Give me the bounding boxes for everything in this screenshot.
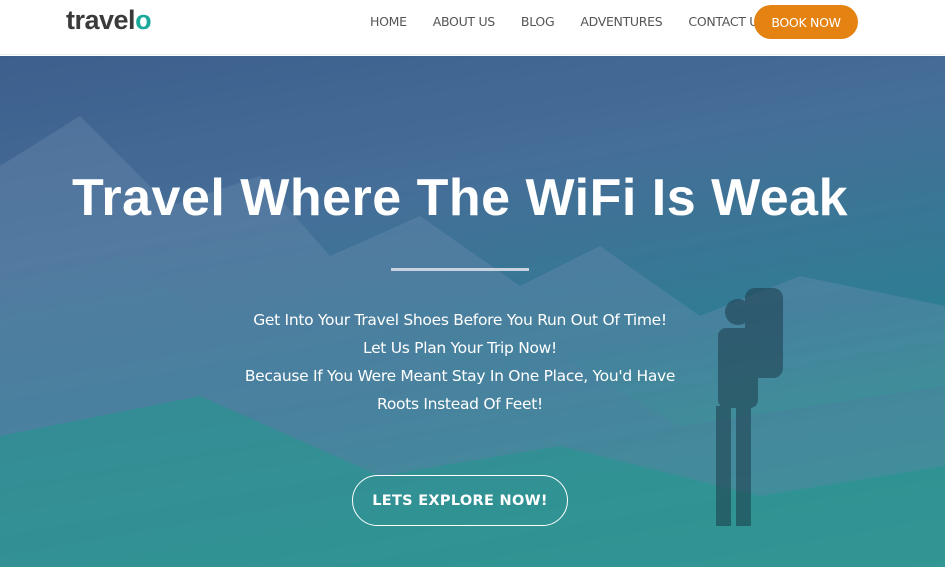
subtitle-line: Let Us Plan Your Trip Now! bbox=[363, 339, 557, 357]
logo-accent: o bbox=[135, 5, 152, 35]
nav-blog[interactable]: BLOG bbox=[521, 14, 555, 29]
book-now-button[interactable]: BOOK NOW bbox=[754, 5, 858, 39]
top-navbar: travelo HOME ABOUT US BLOG ADVENTURES CO… bbox=[0, 0, 945, 55]
hero-title: Travel Where The WiFi Is Weak bbox=[72, 169, 848, 227]
logo-text: travel bbox=[66, 5, 136, 35]
nav-home[interactable]: HOME bbox=[370, 14, 407, 29]
title-divider bbox=[391, 268, 529, 271]
subtitle-line: Get Into Your Travel Shoes Before You Ru… bbox=[253, 311, 667, 329]
subtitle-line: Because If You Were Meant Stay In One Pl… bbox=[244, 367, 676, 385]
hero-subtitle: Get Into Your Travel Shoes Before You Ru… bbox=[0, 306, 920, 418]
nav-links: HOME ABOUT US BLOG ADVENTURES CONTACT US bbox=[370, 0, 792, 42]
hero-section: Travel Where The WiFi Is Weak Get Into Y… bbox=[0, 56, 945, 567]
logo[interactable]: travelo bbox=[66, 5, 152, 36]
lets-explore-button[interactable]: LETS EXPLORE NOW! bbox=[352, 475, 568, 526]
nav-about-us[interactable]: ABOUT US bbox=[433, 14, 495, 29]
subtitle-line: Roots Instead Of Feet! bbox=[377, 395, 543, 413]
nav-adventures[interactable]: ADVENTURES bbox=[580, 14, 662, 29]
